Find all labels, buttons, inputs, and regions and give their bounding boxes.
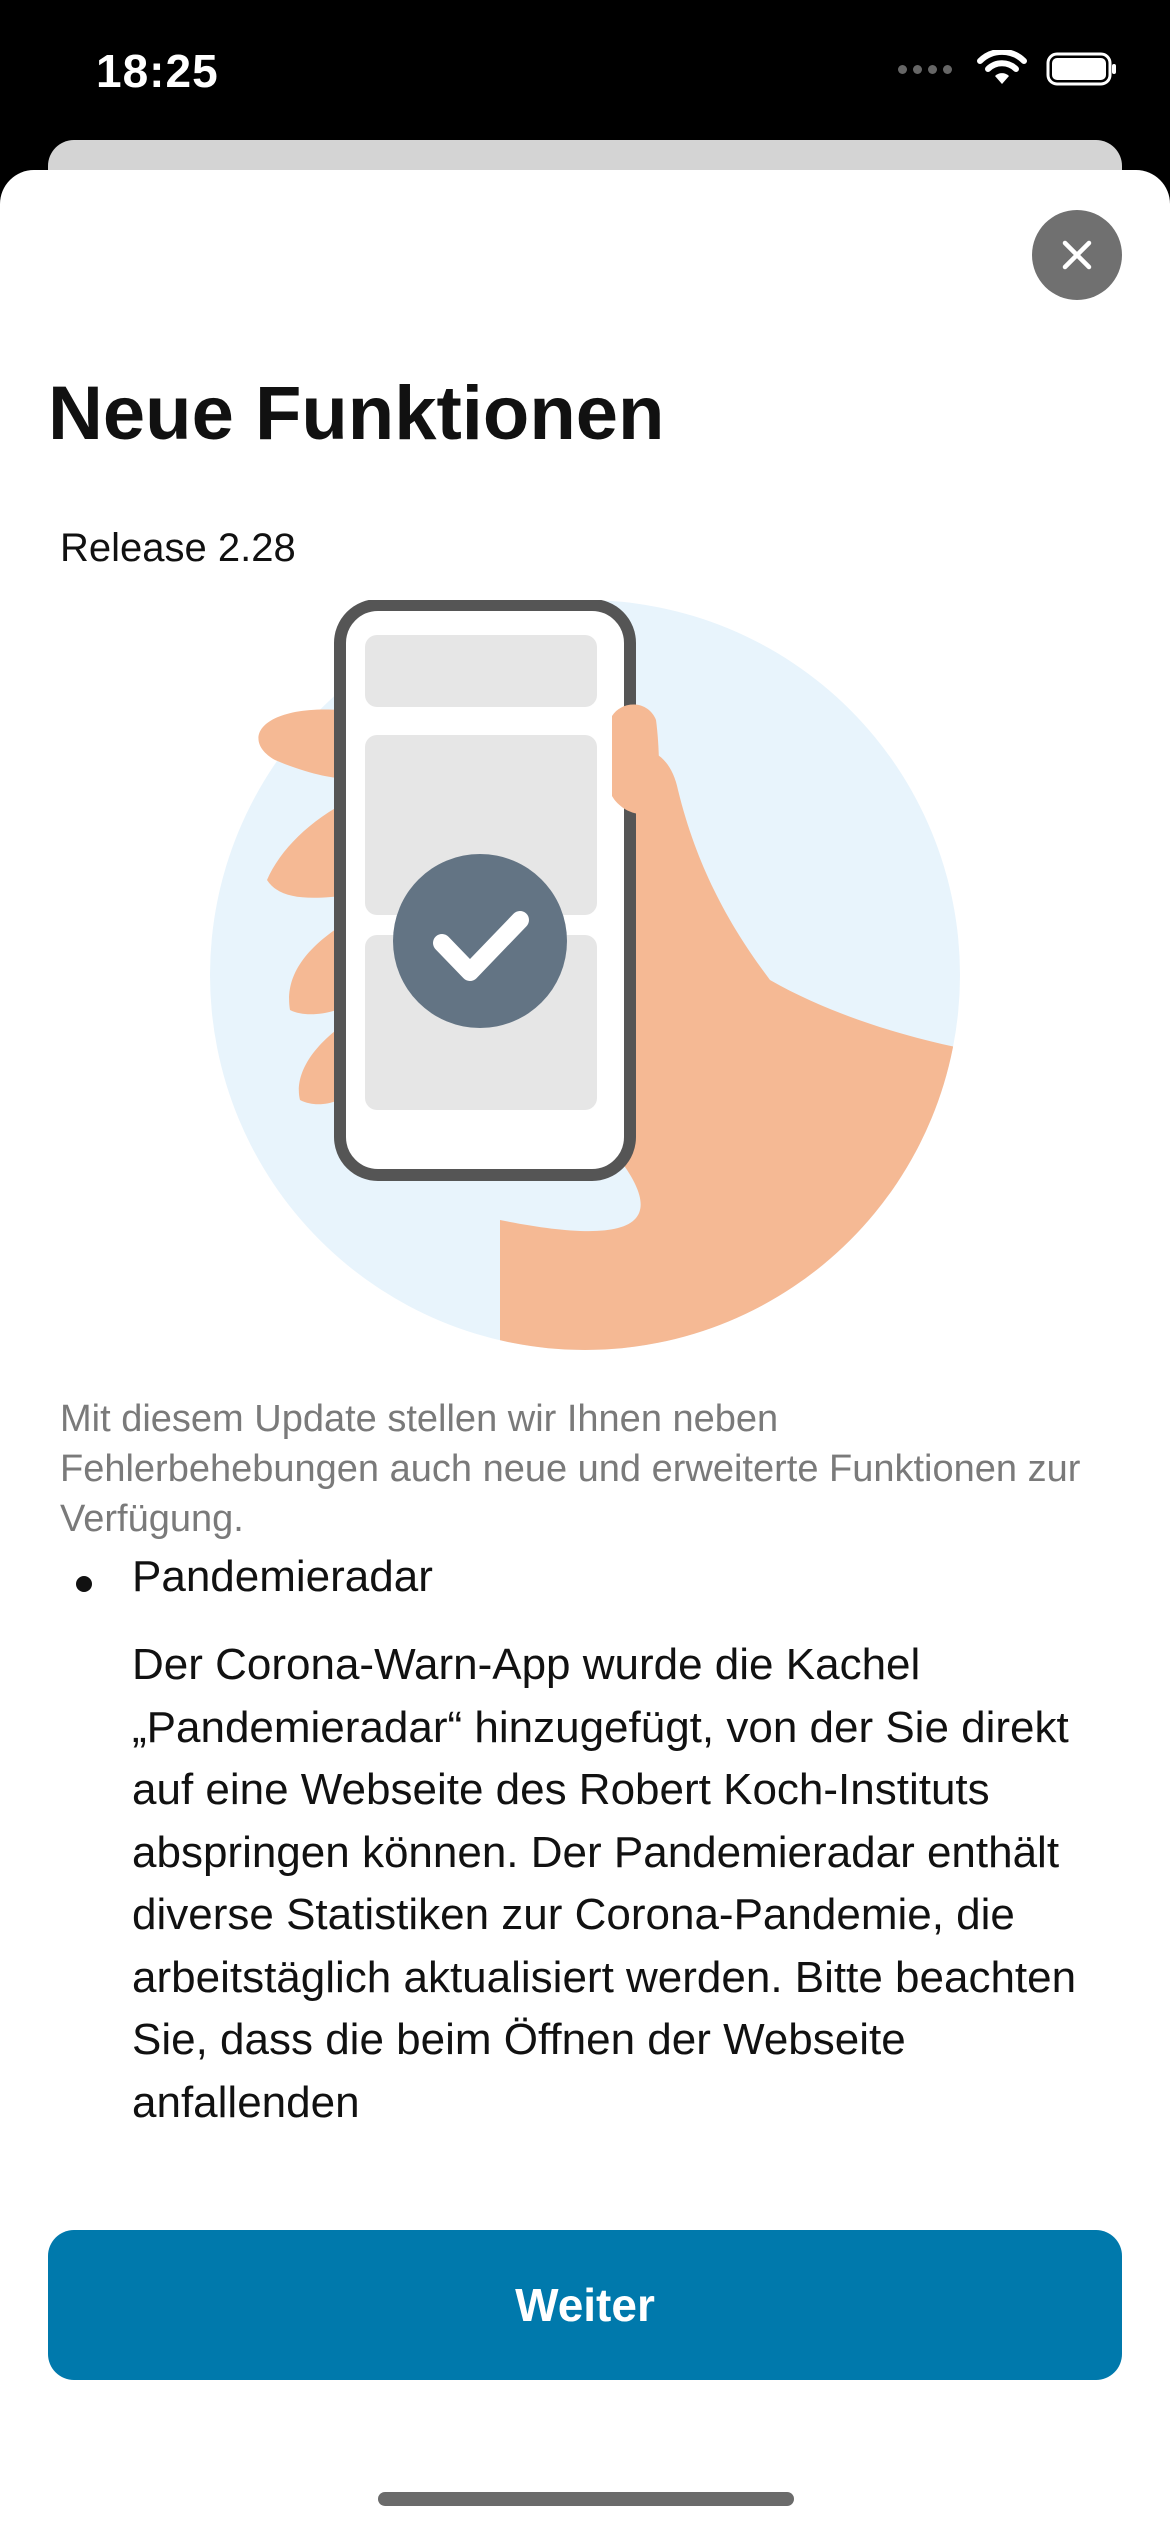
checkmark-icon [393,854,567,1028]
thumb [612,704,659,815]
feature-description: Der Corona-Warn-App wurde die Kachel „Pa… [132,1640,1077,2127]
continue-button[interactable]: Weiter [48,2230,1122,2380]
intro-text: Mit diesem Update stellen wir Ihnen nebe… [60,1398,1081,1540]
wifi-icon [977,50,1027,84]
whats-new-sheet: Neue Funktionen Release 2.28 Mit diesem … [0,170,1170,2532]
close-icon [1062,240,1092,270]
release-label: Release 2.28 [60,526,296,570]
bullet-point [76,1576,92,1592]
page-title: Neue Funktionen [48,371,665,456]
status-icons [898,50,1118,88]
home-indicator[interactable] [378,2492,794,2506]
close-button[interactable] [1032,210,1122,300]
feature-title: Pandemieradar [132,1552,433,1601]
signal-icon [898,64,952,74]
battery-icon [1046,52,1116,86]
status-time: 18:25 [96,45,219,97]
hand-phone-illustration [210,600,960,1350]
